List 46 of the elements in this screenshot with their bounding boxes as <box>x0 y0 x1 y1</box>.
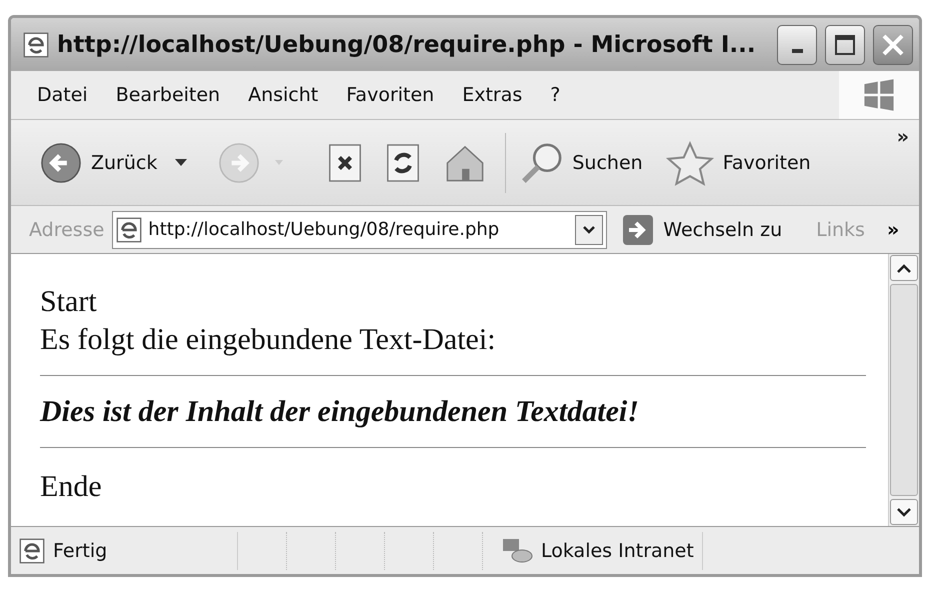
chevron-down-icon <box>897 508 911 516</box>
chevron-up-icon <box>897 264 911 272</box>
status-text: Fertig <box>53 540 108 562</box>
stop-icon <box>327 142 364 184</box>
close-icon <box>881 32 905 56</box>
minimize-icon <box>792 48 802 52</box>
close-button[interactable] <box>873 24 913 64</box>
back-button[interactable]: Zurück <box>35 138 162 186</box>
search-button[interactable]: Suchen <box>516 138 647 186</box>
windows-flag-icon <box>862 79 896 111</box>
address-input[interactable]: http://localhost/Uebung/08/require.php <box>148 219 570 240</box>
page-icon <box>19 538 45 564</box>
menu-item[interactable]: Datei <box>33 82 92 108</box>
menu-item[interactable]: Extras <box>458 82 526 108</box>
address-field[interactable]: http://localhost/Uebung/08/require.php <box>112 210 608 248</box>
vertical-scrollbar[interactable] <box>888 254 919 526</box>
page-icon <box>116 216 142 242</box>
menu-item[interactable]: ? <box>546 82 564 108</box>
page-text: Ende <box>40 469 102 505</box>
favorites-button[interactable]: Favoriten <box>660 138 815 188</box>
menu-item[interactable]: Bearbeiten <box>112 82 224 108</box>
browser-icon <box>23 32 49 58</box>
page-text: Es folgt die eingebundene Text-Datei: <box>40 322 496 358</box>
refresh-icon <box>385 142 422 184</box>
included-text: Dies ist der Inhalt der eingebundenen Textdatei! <box>40 394 639 430</box>
dropdown-button[interactable] <box>575 214 604 244</box>
menu-item[interactable]: Ansicht <box>244 82 322 108</box>
dropdown-caret-icon[interactable] <box>175 159 188 166</box>
window-title: http://localhost/Uebung/08/require.php - Microsoft I... <box>57 32 757 58</box>
star-icon <box>664 140 715 186</box>
zone-text: Lokales Intranet <box>541 540 694 562</box>
links-overflow-button[interactable]: » <box>886 218 900 240</box>
search-icon <box>520 140 564 184</box>
page-text: Start <box>40 284 97 320</box>
minimize-button[interactable] <box>777 24 817 64</box>
chevron-down-icon <box>583 226 596 234</box>
maximize-icon <box>834 34 856 56</box>
menu-item[interactable]: Favoriten <box>342 82 438 108</box>
maximize-button[interactable] <box>825 24 865 64</box>
scroll-up-button[interactable] <box>890 255 918 281</box>
scroll-down-button[interactable] <box>890 499 918 525</box>
dropdown-caret-icon <box>275 160 284 165</box>
go-button[interactable]: Wechseln zu <box>619 214 786 244</box>
network-icon <box>501 536 533 564</box>
address-label: Adresse <box>29 218 104 240</box>
toolbar-overflow-button[interactable]: » <box>896 126 909 148</box>
